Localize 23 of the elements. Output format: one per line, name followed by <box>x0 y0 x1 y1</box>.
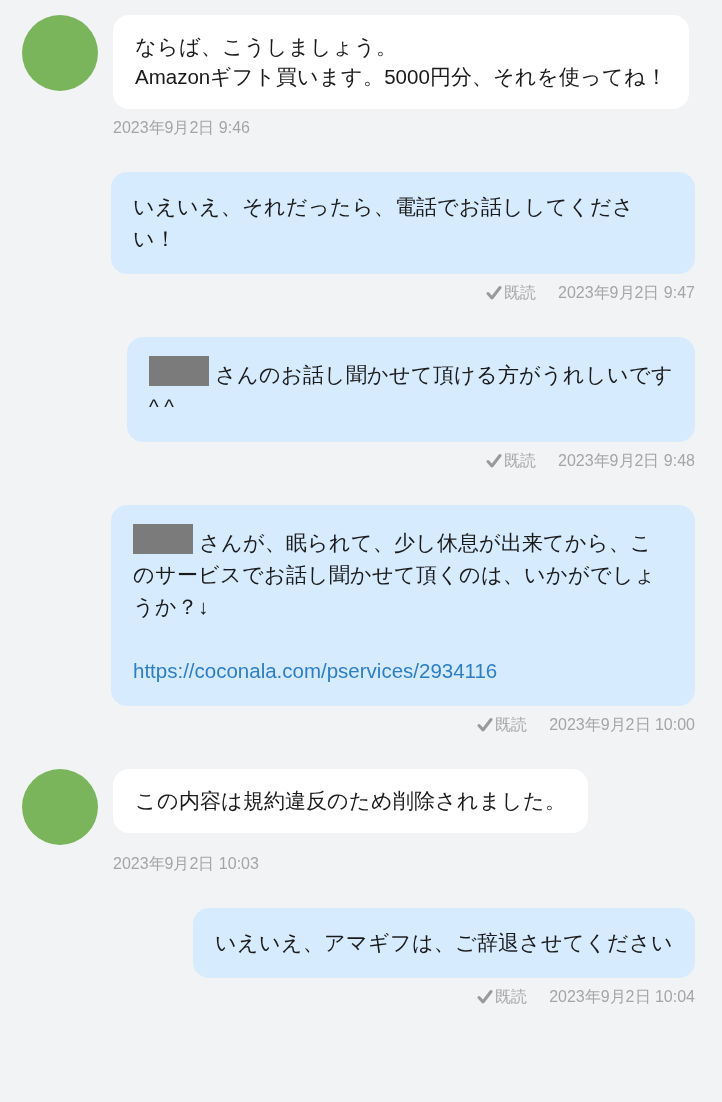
checkmark-icon <box>477 989 494 1005</box>
read-status: 既読 <box>504 283 536 303</box>
message-text: さんのお話し聞かせて頂ける方がうれしいです ^ ^ <box>149 356 673 423</box>
link[interactable]: https://coconala.com/pservices/2934116 <box>133 655 673 687</box>
timestamp: 2023年9月2日 9:47 <box>558 283 695 303</box>
checkmark-icon <box>477 717 494 733</box>
message-text: いえいえ、アマギフは、ご辞退させてください <box>215 930 673 956</box>
checkmark-icon <box>486 285 502 301</box>
read-status: 既読 <box>495 715 528 735</box>
redaction-block <box>133 524 193 554</box>
message-text: この内容は規約違反のため削除されました。 <box>135 788 566 814</box>
timestamp: 2023年9月2日 10:00 <box>549 715 695 735</box>
timestamp: 2023年9月2日 9:46 <box>112 118 251 138</box>
message-text: いえいえ、それだったら、電話でお話ししてください！ <box>133 194 635 252</box>
checkmark-icon <box>486 453 502 469</box>
message-text: さんが、眠られて、少し休息が出来てから、このサービスでお話し聞かせて頂くのは、いかがでしょうか？↓ <box>133 524 673 623</box>
read-status: 既読 <box>495 987 528 1007</box>
redaction-block <box>149 356 209 386</box>
timestamp: 2023年9月2日 10:03 <box>112 854 260 874</box>
timestamp: 2023年9月2日 9:48 <box>558 451 695 471</box>
read-status: 既読 <box>504 451 536 471</box>
message-text: ならば、こうしましょう。 Amazonギフト買います。5000円分、それを使ってね！ <box>135 34 667 90</box>
timestamp: 2023年9月2日 10:04 <box>549 987 695 1007</box>
